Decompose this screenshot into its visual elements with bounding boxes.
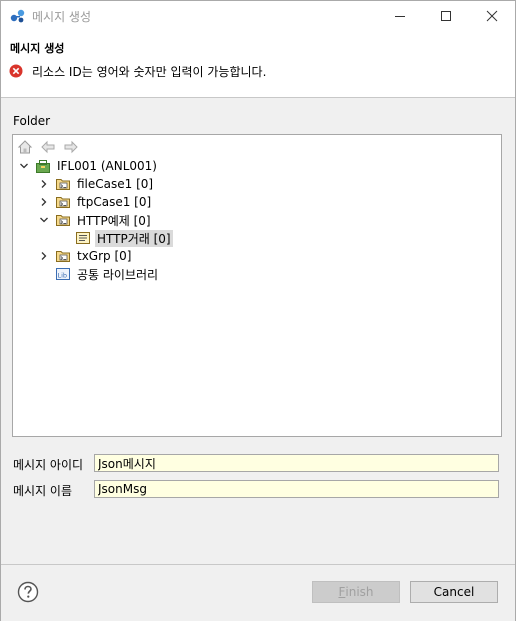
tree-item-http-transaction[interactable]: HTTP거래 [0] <box>57 229 173 247</box>
message-name-label: 메시지 이름 <box>13 484 73 498</box>
back-icon[interactable] <box>40 139 56 155</box>
folder-tree-panel: IFL001 (ANL001) fileCase1 [0] ftpCase1 [… <box>12 134 502 437</box>
message-icon <box>76 232 90 244</box>
tree-item-label: HTTP거래 [0] <box>95 229 173 247</box>
tree-item-label: IFL001 (ANL001) <box>57 159 157 173</box>
minimize-icon <box>395 16 405 17</box>
tree-item-txgrp[interactable]: txGrp [0] <box>37 247 133 265</box>
tree-item-label: 공통 라이브러리 <box>77 267 159 282</box>
close-button[interactable] <box>469 1 515 31</box>
chevron-right-icon[interactable] <box>37 177 51 191</box>
project-icon <box>36 160 50 173</box>
tree-item-filecase1[interactable]: fileCase1 [0] <box>37 175 155 193</box>
folder-icon <box>56 251 70 262</box>
forward-icon[interactable] <box>63 139 79 155</box>
svg-text:Lib: Lib <box>58 272 68 280</box>
tree-item-ftpcase1[interactable]: ftpCase1 [0] <box>37 193 153 211</box>
finish-button[interactable]: Finish <box>312 581 400 603</box>
message-name-input[interactable] <box>94 480 499 498</box>
home-icon[interactable] <box>17 139 33 155</box>
maximize-icon <box>441 11 451 21</box>
tree-item-label: txGrp [0] <box>77 249 132 263</box>
wizard-content: Folder IFL001 (ANL001) fileCase1 [0] ftp… <box>1 98 515 564</box>
finish-label: inish <box>345 585 374 599</box>
finish-mnemonic: F <box>338 585 346 599</box>
tree-item-label: HTTP예제 [0] <box>77 213 151 228</box>
title-bar: 메시지 생성 <box>1 1 515 31</box>
wizard-header: 메시지 생성 리소스 ID는 영어와 숫자만 입력이 가능합니다. <box>1 31 515 98</box>
chevron-right-icon[interactable] <box>37 195 51 209</box>
tree-item-common-library[interactable]: Lib 공통 라이브러리 <box>37 265 160 283</box>
maximize-button[interactable] <box>423 1 469 31</box>
tree-item-label: fileCase1 [0] <box>77 177 154 191</box>
folder-icon <box>56 179 70 190</box>
chevron-down-icon[interactable] <box>17 159 31 173</box>
tree-item-project[interactable]: IFL001 (ANL001) <box>17 157 159 175</box>
page-title: 메시지 생성 <box>10 42 65 55</box>
chevron-down-icon[interactable] <box>37 213 51 227</box>
button-bar: Finish Cancel <box>1 564 515 621</box>
window-title: 메시지 생성 <box>32 10 92 24</box>
cancel-button[interactable]: Cancel <box>410 581 498 603</box>
tree-item-http-example[interactable]: HTTP예제 [0] <box>37 211 153 229</box>
app-icon <box>10 9 25 23</box>
folder-icon <box>56 197 70 208</box>
tree-item-label: ftpCase1 [0] <box>77 195 152 209</box>
folder-label: Folder <box>13 114 51 128</box>
error-message: 리소스 ID는 영어와 숫자만 입력이 가능합니다. <box>32 65 267 79</box>
message-id-input[interactable] <box>94 454 499 472</box>
close-icon <box>486 10 498 22</box>
library-icon: Lib <box>56 268 70 280</box>
minimize-button[interactable] <box>377 1 423 31</box>
dialog-window: 메시지 생성 메시지 생성 리소스 ID는 영어와 숫자만 입력이 가능합니다.… <box>0 0 516 621</box>
folder-icon <box>56 215 70 226</box>
chevron-right-icon[interactable] <box>37 249 51 263</box>
help-icon[interactable] <box>17 581 39 603</box>
message-id-label: 메시지 아이디 <box>13 458 84 472</box>
error-icon <box>9 64 23 78</box>
